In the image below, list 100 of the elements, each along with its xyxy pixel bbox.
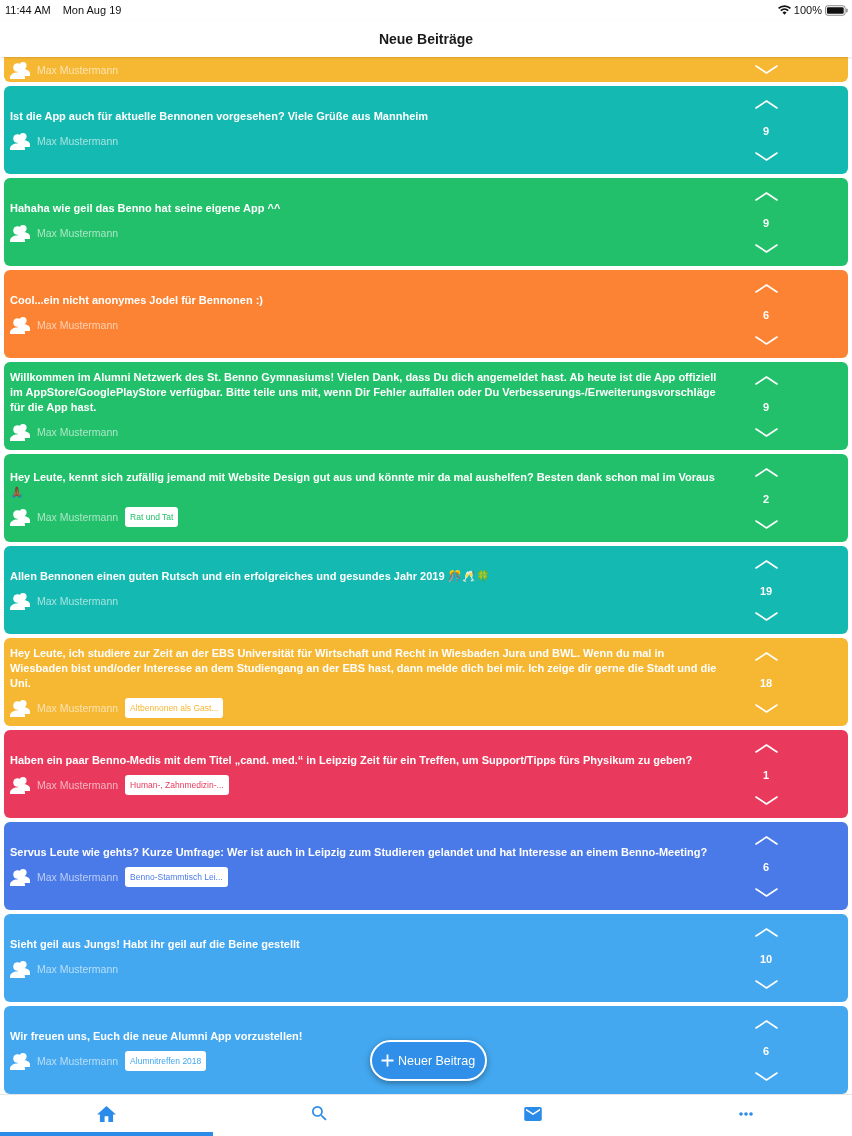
wifi-icon [777, 5, 791, 15]
vote-count: 6 [762, 859, 770, 874]
users-icon [10, 224, 30, 242]
vote-count: 6 [762, 307, 770, 322]
downvote-button[interactable] [754, 520, 778, 529]
downvote-button[interactable] [754, 796, 778, 805]
battery-percent: 100% [793, 4, 822, 16]
upvote-button[interactable] [754, 652, 778, 661]
post-card[interactable]: Ist die App auch für aktuelle Bennonen vorgesehen? Viele Grüße aus Mannheim Max Mustermann 9 [4, 86, 848, 174]
post-card[interactable]: Haben ein paar Benno-Medis mit dem Titel „cand. med.“ in Leipzig Zeit für ein Treffen, um Support/Tipps fürs Physikum zu geben? Max Mustermann Human-, Zahnmedizin-... 1 [4, 730, 848, 818]
author-name: Max Mustermann [37, 426, 119, 438]
users-icon [10, 1052, 30, 1070]
author-name: Max Mustermann [37, 779, 119, 791]
category-tag[interactable]: Rat und Tat [125, 506, 179, 527]
category-tag[interactable]: Alumnitreffen 2018 [125, 1051, 207, 1071]
post-card[interactable] [4, 362, 848, 450]
chevron-up-icon [754, 652, 778, 661]
users-icon [10, 592, 30, 610]
chevron-up-icon [754, 744, 778, 753]
post-card[interactable]: Sieht geil aus Jungs! Habt ihr geil auf die Beine gestellt Max Mustermann 10 [4, 914, 848, 1002]
chevron-up-icon [754, 1020, 778, 1029]
post-text: Sieht geil aus Jungs! Habt ihr geil auf die Beine gestellt [10, 937, 301, 952]
users-icon [10, 960, 30, 978]
upvote-button[interactable] [754, 284, 778, 293]
post-text: Wir freuen uns, Euch die neue Alumni App vorzustellen! [10, 1029, 304, 1044]
post-card[interactable]: Cool...ein nicht anonymes Jodel für Bennonen :) Max Mustermann 6 [4, 270, 848, 358]
page-title: Neue Beiträge [378, 30, 474, 47]
vote-count: 18 [759, 675, 773, 690]
chevron-down-icon [754, 1072, 778, 1081]
users-icon [10, 507, 30, 526]
vote-count: 2 [762, 491, 770, 506]
chevron-down-icon [754, 612, 778, 621]
post-text: Hey Leute, kennt sich zufällig jemand mit Website Design gut aus und könnte mir da mal aushelfen? Besten dank schon mal im Voraus 🙏🏾 [10, 469, 716, 500]
upvote-button[interactable] [754, 836, 778, 845]
post-text: Servus Leute wie gehts? Kurze Umfrage: Wer ist auch in Leipzig zum Studieren gelandet und hat Interesse an einem Benno-Meeting? [10, 845, 709, 860]
downvote-button[interactable] [754, 888, 778, 897]
post-text: Haben ein paar Benno-Medis mit dem Titel „cand. med.“ in Leipzig Zeit für ein Treffen, um Support/Tipps fürs Physikum zu geben? [10, 753, 694, 768]
vote-count: 10 [759, 951, 773, 966]
plus-icon [381, 1054, 394, 1067]
downvote-button[interactable] [754, 612, 778, 621]
users-icon [10, 776, 30, 794]
upvote-button[interactable] [754, 928, 778, 937]
vote-count: 19 [759, 583, 773, 598]
upvote-button[interactable] [754, 468, 778, 477]
post-card[interactable]: Allen Bennonen einen guten Rutsch und ein erfolgreiches und gesundes Jahr 2019 🎊🥂🍀 Max Mustermann 19 [4, 546, 848, 634]
upvote-button[interactable] [754, 100, 778, 109]
author-name: Max Mustermann [37, 227, 119, 239]
upvote-button[interactable] [754, 744, 778, 753]
downvote-button[interactable] [754, 336, 778, 345]
users-icon [10, 423, 30, 441]
new-post-button[interactable]: Neuer Beitrag [370, 1040, 488, 1081]
users-icon [10, 316, 30, 334]
upvote-button[interactable] [754, 376, 778, 385]
downvote-button[interactable] [754, 704, 778, 713]
author-name: Max Mustermann [37, 319, 119, 331]
author-name: Max Mustermann [37, 963, 119, 975]
upvote-button[interactable] [754, 560, 778, 569]
post-text: Willkommen im Alumni Netzwerk des St. Benno Gymnasiums! Vielen Dank, dass Du dich angemeldet hast. Ab heute ist die App offiziell im AppStore/GooglePlayStore verfügbar. Bitte teile uns mit, wenn Dir Fehler auffallen oder Du Verbesserungs-/Erweiterungsvorschläge für die App hast. [10, 370, 718, 415]
post-text: Cool...ein nicht anonymes Jodel für Bennonen :) [10, 293, 265, 308]
status-time: 11:44 AM [5, 4, 51, 16]
category-tag[interactable]: Human-, Zahnmedizin-... [125, 775, 229, 795]
author-name: Max Mustermann [37, 702, 119, 714]
post-text: Allen Bennonen einen guten Rutsch und ein erfolgreiches und gesundes Jahr 2019 🎊🥂🍀 [10, 569, 491, 584]
vote-count: 6 [762, 1043, 770, 1058]
upvote-button[interactable] [754, 192, 778, 201]
vote-count: 9 [762, 123, 770, 138]
vote-count: 9 [762, 215, 770, 230]
chevron-down-icon [754, 980, 778, 989]
chevron-up-icon [754, 100, 778, 109]
post-text: Hahaha wie geil das Benno hat seine eigene App ^^ [10, 201, 282, 216]
post-card[interactable]: Max Mustermann [4, 57, 848, 82]
vote-count: 1 [762, 767, 770, 782]
post-card[interactable]: Hahaha wie geil das Benno hat seine eigene App ^^ Max Mustermann 9 [4, 178, 848, 266]
more-icon [738, 1111, 753, 1116]
chevron-up-icon [754, 836, 778, 845]
post-card[interactable]: Hey Leute, kennt sich zufällig jemand mit Website Design gut aus und könnte mir da mal aushelfen? Besten dank schon mal im Voraus 🙏🏾 Max Mustermann Rat und Tat 2 [4, 454, 848, 542]
vote-count: 9 [762, 399, 770, 414]
chevron-up-icon [754, 928, 778, 937]
category-tag[interactable]: Altbennonen als Gast... [125, 698, 224, 718]
category-tag[interactable]: Benno-Stammtisch Lei... [125, 867, 228, 887]
chevron-down-icon [754, 704, 778, 713]
downvote-button[interactable] [754, 1072, 778, 1081]
author-name: Max Mustermann [37, 63, 119, 76]
downvote-button[interactable] [754, 65, 778, 74]
users-icon [10, 132, 30, 150]
post-card[interactable] [4, 638, 848, 726]
status-date: Mon Aug 19 [62, 4, 122, 16]
downvote-button[interactable] [754, 244, 778, 253]
chevron-down-icon [754, 65, 778, 74]
author-name: Max Mustermann [37, 871, 119, 883]
users-icon [10, 699, 30, 717]
upvote-button[interactable] [754, 1020, 778, 1029]
chevron-down-icon [754, 796, 778, 805]
downvote-button[interactable] [754, 980, 778, 989]
downvote-button[interactable] [754, 428, 778, 437]
author-name: Max Mustermann [37, 510, 119, 523]
post-card[interactable]: Servus Leute wie gehts? Kurze Umfrage: Wer ist auch in Leipzig zum Studieren gelandet und hat Interesse an einem Benno-Meeting? Max Mustermann Benno-Stammtisch Lei... 6 [4, 822, 848, 910]
post-text: Ist die App auch für aktuelle Bennonen vorgesehen? Viele Grüße aus Mannheim [10, 109, 430, 124]
downvote-button[interactable] [754, 152, 778, 161]
battery-icon [825, 4, 848, 16]
